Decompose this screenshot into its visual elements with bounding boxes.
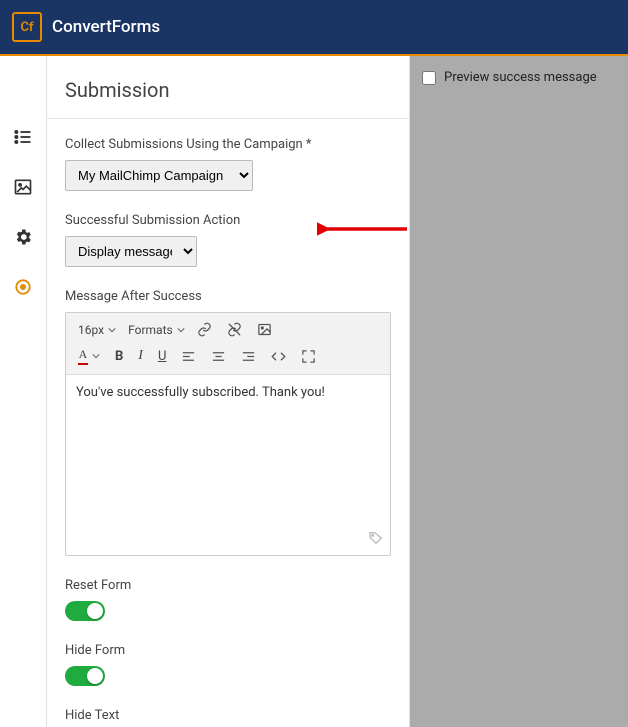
field-campaign: Collect Submissions Using the Campaign *… <box>65 137 391 191</box>
list-icon[interactable] <box>12 126 34 148</box>
bold-button[interactable]: B <box>109 344 129 369</box>
hide-form-toggle[interactable] <box>65 666 105 686</box>
caret-down-icon <box>108 326 116 334</box>
image-icon[interactable] <box>12 176 34 198</box>
align-center-icon[interactable] <box>205 344 232 369</box>
editor-toolbar: 16px Formats <box>66 313 390 375</box>
insert-image-icon[interactable] <box>251 317 278 342</box>
fullscreen-icon[interactable] <box>295 344 322 369</box>
hide-form-label: Hide Form <box>65 643 391 658</box>
italic-button[interactable]: I <box>132 343 149 369</box>
target-icon[interactable] <box>12 276 34 298</box>
field-action: Successful Submission Action Display mes… <box>65 213 391 267</box>
top-bar: Cf ConvertForms <box>0 0 628 56</box>
tag-icon[interactable] <box>368 530 384 550</box>
preview-success-checkbox[interactable] <box>422 71 436 85</box>
action-select[interactable]: Display message <box>65 236 197 267</box>
side-nav <box>0 56 46 727</box>
unlink-icon[interactable] <box>221 317 248 342</box>
editor-content[interactable]: You've successfully subscribed. Thank yo… <box>66 375 390 527</box>
preview-checkbox-row[interactable]: Preview success message <box>422 70 616 85</box>
caret-down-icon <box>92 352 100 360</box>
message-label: Message After Success <box>65 289 391 304</box>
reset-form-toggle[interactable] <box>65 601 105 621</box>
field-hide-text: Hide Text <box>65 708 391 727</box>
align-right-icon[interactable] <box>235 344 262 369</box>
action-label: Successful Submission Action <box>65 213 391 228</box>
campaign-select[interactable]: My MailChimp Campaign <box>65 160 253 191</box>
app-title: ConvertForms <box>52 17 160 37</box>
reset-form-label: Reset Form <box>65 578 391 593</box>
hide-text-label: Hide Text <box>65 708 391 723</box>
preview-area: Preview success message <box>410 56 628 727</box>
caret-down-icon <box>177 326 185 334</box>
logo-text: Cf <box>20 20 33 35</box>
panel-title: Submission <box>47 56 409 119</box>
formats-dropdown[interactable]: Formats <box>122 318 188 342</box>
field-message: Message After Success 16px Formats <box>65 289 391 556</box>
settings-panel: Submission Collect Submissions Using the… <box>46 56 410 727</box>
message-text: You've successfully subscribed. Thank yo… <box>76 385 325 400</box>
fontsize-label: 16px <box>78 323 104 337</box>
preview-checkbox-label: Preview success message <box>444 70 597 85</box>
fontsize-dropdown[interactable]: 16px <box>72 318 119 342</box>
field-hide-form: Hide Form <box>65 643 391 686</box>
rich-text-editor: 16px Formats <box>65 312 391 556</box>
align-left-icon[interactable] <box>175 344 202 369</box>
code-icon[interactable] <box>265 344 292 369</box>
field-reset-form: Reset Form <box>65 578 391 621</box>
formats-label: Formats <box>128 323 173 337</box>
font-color-button[interactable]: A <box>72 342 106 370</box>
app-logo: Cf <box>12 12 42 42</box>
link-icon[interactable] <box>191 317 218 342</box>
gear-icon[interactable] <box>12 226 34 248</box>
campaign-label: Collect Submissions Using the Campaign * <box>65 137 391 152</box>
underline-button[interactable]: U <box>152 344 172 369</box>
